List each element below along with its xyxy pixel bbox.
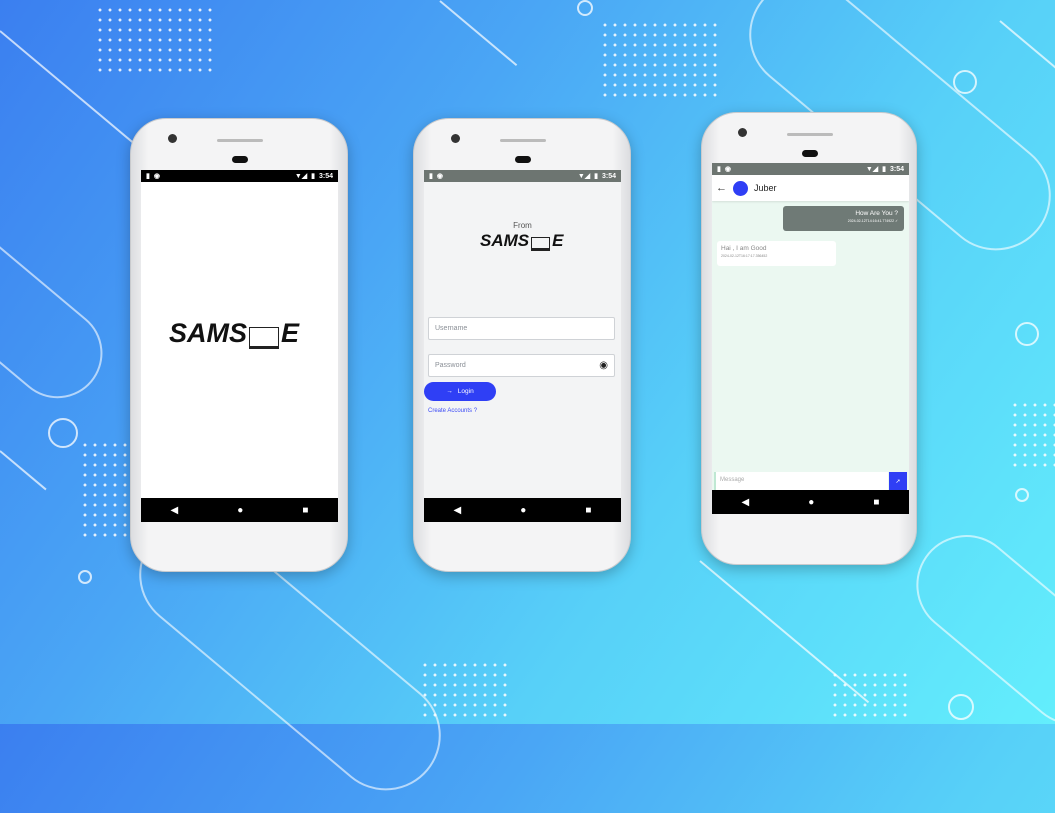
send-icon: ➚ bbox=[895, 478, 901, 485]
speaker bbox=[787, 133, 833, 136]
message-timestamp: 2024-02-12T14:16:41.774922 bbox=[847, 219, 895, 223]
phone-login: ▮ ◉ ▼◢ ▮ 3:54 From SAMS E Username Password… bbox=[413, 118, 631, 572]
back-icon[interactable]: ◀ bbox=[742, 497, 750, 508]
message-received: Hai , I am Good 2024-02-12T16:17:17.3564… bbox=[717, 241, 836, 266]
recents-icon[interactable]: ■ bbox=[873, 497, 879, 508]
front-camera bbox=[738, 128, 747, 137]
message-sent: How Are You ? 2024-02-12T14:16:41.774922… bbox=[783, 206, 904, 231]
circle-decoration bbox=[948, 694, 974, 720]
front-camera bbox=[451, 134, 460, 143]
logo-text-right: E bbox=[552, 231, 564, 250]
back-icon[interactable]: ◀ bbox=[454, 505, 462, 516]
eye-icon[interactable]: ◉ bbox=[599, 360, 608, 371]
wifi-icon: ▼◢ bbox=[294, 173, 308, 180]
laptop-icon bbox=[249, 327, 280, 349]
clock: 3:54 bbox=[318, 172, 333, 180]
home-icon[interactable]: ● bbox=[520, 505, 526, 516]
battery-icon: ▮ bbox=[882, 166, 886, 173]
back-arrow-icon[interactable]: ← bbox=[716, 182, 727, 194]
logo-text-right: E bbox=[281, 318, 300, 348]
dots-decoration bbox=[830, 670, 910, 720]
status-bar: ▮ ◉ ▼◢ ▮ 3:54 bbox=[712, 163, 909, 175]
username-placeholder: Username bbox=[435, 325, 468, 332]
message-text: Hai , I am Good bbox=[721, 245, 767, 252]
circle-decoration bbox=[577, 0, 593, 16]
splash-screen: ▮ ◉ ▼◢ ▮ 3:54 SAMS E ◀ ● ■ bbox=[141, 170, 338, 522]
logo-text-left: SAMS bbox=[169, 318, 248, 348]
app-logo: SAMS E bbox=[480, 231, 563, 251]
circle-decoration bbox=[1015, 322, 1039, 346]
from-label: From bbox=[513, 221, 532, 230]
pill-decoration bbox=[895, 514, 1055, 746]
dots-decoration bbox=[95, 5, 215, 75]
sensor bbox=[515, 156, 531, 163]
wifi-icon: ▼◢ bbox=[577, 173, 591, 180]
phone-chat: ▮ ◉ ▼◢ ▮ 3:54 ← Juber How Are You ? 2024-02… bbox=[701, 112, 917, 565]
recents-icon[interactable]: ■ bbox=[302, 505, 308, 516]
line-decoration bbox=[999, 20, 1055, 80]
line-decoration bbox=[0, 450, 47, 491]
avatar bbox=[733, 180, 748, 196]
sd-icon: ▮ bbox=[717, 166, 721, 173]
message-text: How Are You ? bbox=[855, 210, 898, 217]
phone-splash: ▮ ◉ ▼◢ ▮ 3:54 SAMS E ◀ ● ■ bbox=[130, 118, 348, 572]
circle-decoration bbox=[48, 418, 78, 448]
sd-icon: ▮ bbox=[429, 173, 433, 180]
send-button[interactable]: ➚ bbox=[889, 472, 907, 490]
chat-screen: ▮ ◉ ▼◢ ▮ 3:54 ← Juber How Are You ? 2024-02… bbox=[712, 163, 909, 514]
sensor bbox=[802, 150, 818, 157]
dots-decoration bbox=[600, 20, 720, 100]
nav-bar: ◀ ● ■ bbox=[141, 498, 338, 522]
front-camera bbox=[168, 134, 177, 143]
home-icon[interactable]: ● bbox=[808, 497, 814, 508]
dots-decoration bbox=[80, 440, 130, 540]
create-account-link[interactable]: Create Accounts ? bbox=[428, 408, 477, 414]
laptop-icon bbox=[531, 237, 551, 251]
status-bar: ▮ ◉ ▼◢ ▮ 3:54 bbox=[424, 170, 621, 182]
username-input[interactable]: Username bbox=[428, 317, 615, 340]
speaker bbox=[217, 139, 263, 142]
wifi-icon: ▼◢ bbox=[865, 166, 879, 173]
battery-icon: ▮ bbox=[311, 173, 315, 180]
login-screen: ▮ ◉ ▼◢ ▮ 3:54 From SAMS E Username Password… bbox=[424, 170, 621, 522]
battery-icon: ▮ bbox=[594, 173, 598, 180]
message-placeholder: Message bbox=[720, 477, 745, 483]
check-icon: ✓ bbox=[895, 219, 898, 223]
line-decoration bbox=[439, 0, 518, 67]
sync-icon: ◉ bbox=[724, 166, 731, 173]
circle-decoration bbox=[78, 570, 92, 584]
message-timestamp: 2024-02-12T16:17:17.356452 bbox=[721, 254, 768, 258]
sync-icon: ◉ bbox=[153, 173, 160, 180]
speaker bbox=[500, 139, 546, 142]
sensor bbox=[232, 156, 248, 163]
clock: 3:54 bbox=[601, 172, 616, 180]
dots-decoration bbox=[1010, 400, 1055, 470]
app-logo: SAMS E bbox=[169, 318, 299, 349]
line-decoration bbox=[699, 560, 870, 704]
login-label: Login bbox=[457, 388, 474, 395]
circle-decoration bbox=[1015, 488, 1029, 502]
back-icon[interactable]: ◀ bbox=[171, 505, 179, 516]
nav-bar: ◀ ● ■ bbox=[712, 490, 909, 514]
pill-decoration bbox=[0, 193, 121, 417]
logo-text-left: SAMS bbox=[480, 231, 530, 250]
sd-icon: ▮ bbox=[146, 173, 150, 180]
message-input[interactable]: Message bbox=[714, 472, 888, 490]
sync-icon: ◉ bbox=[436, 173, 443, 180]
login-button[interactable]: → Login bbox=[424, 382, 496, 401]
clock: 3:54 bbox=[889, 165, 904, 173]
recents-icon[interactable]: ■ bbox=[585, 505, 591, 516]
nav-bar: ◀ ● ■ bbox=[424, 498, 621, 522]
home-icon[interactable]: ● bbox=[237, 505, 243, 516]
login-icon: → bbox=[446, 388, 453, 395]
chat-app-bar: ← Juber bbox=[712, 175, 909, 201]
password-placeholder: Password bbox=[435, 362, 466, 369]
status-bar: ▮ ◉ ▼◢ ▮ 3:54 bbox=[141, 170, 338, 182]
contact-name: Juber bbox=[754, 183, 777, 193]
password-input[interactable]: Password ◉ bbox=[428, 354, 615, 377]
